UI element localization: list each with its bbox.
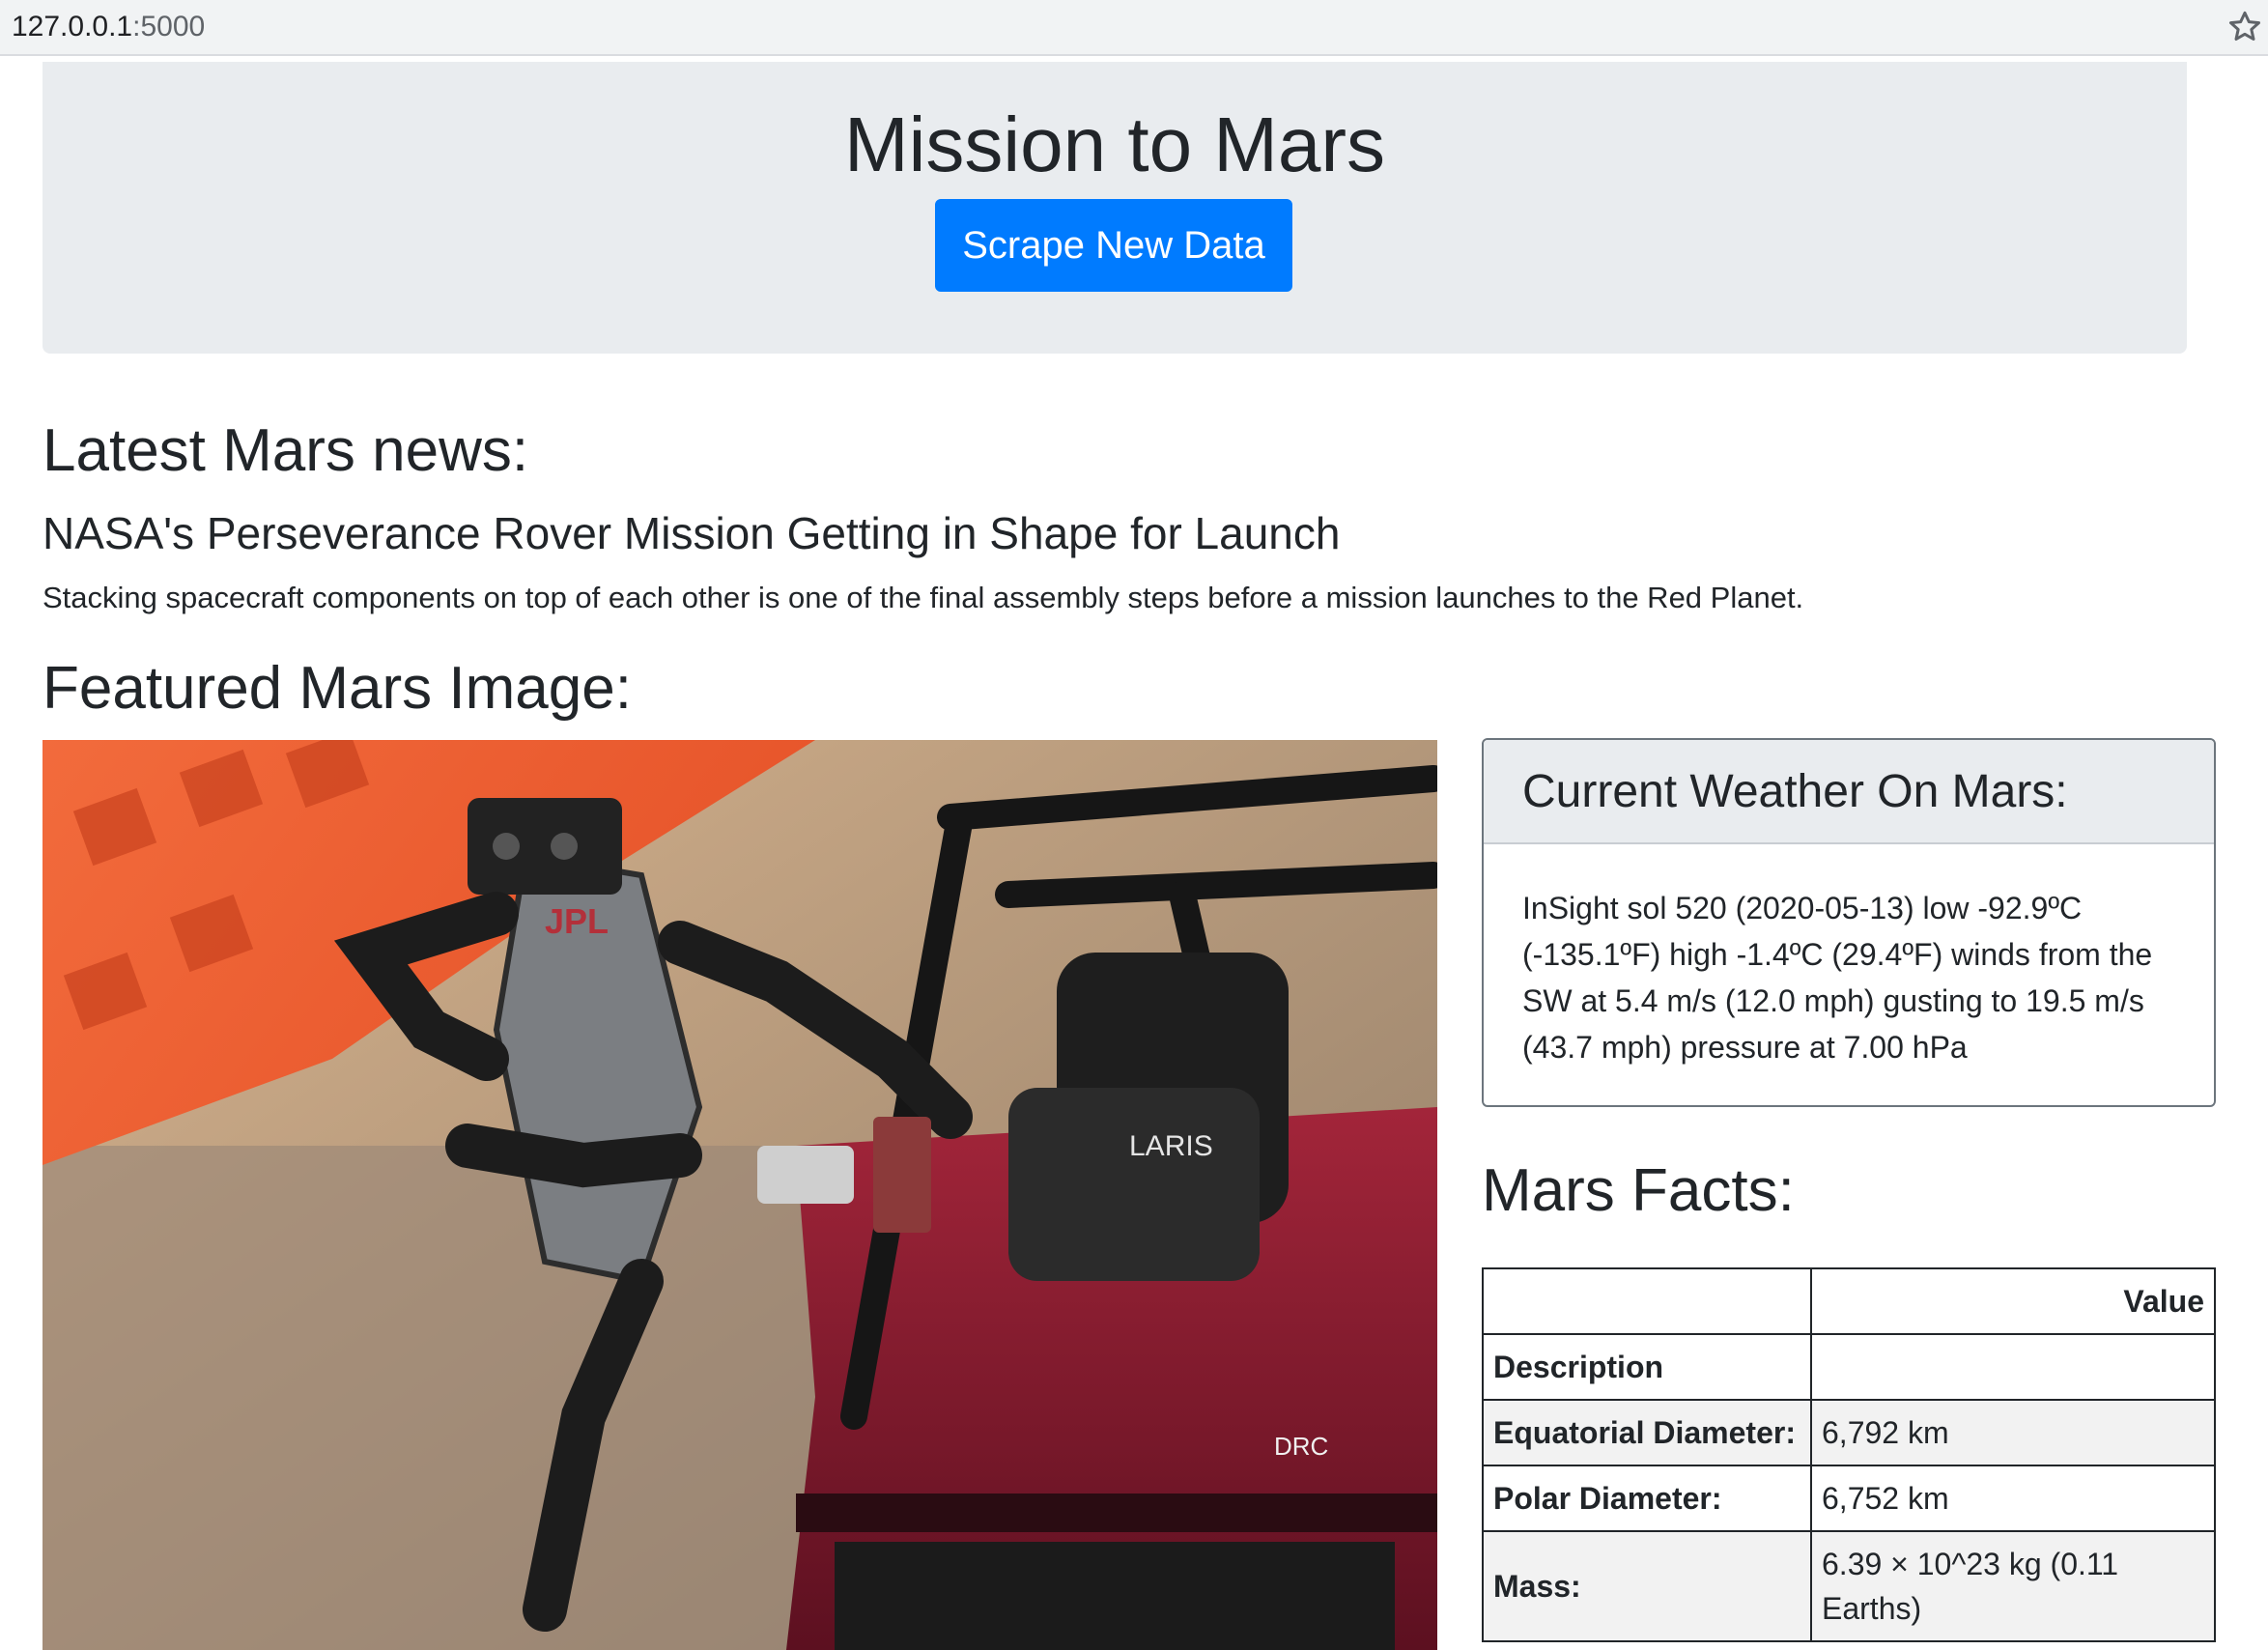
description-label: Description	[1482, 1333, 1812, 1401]
table-row: Polar Diameter: 6,752 km	[1482, 1465, 2216, 1532]
table-header-empty	[1482, 1267, 1812, 1335]
news-title: NASA's Perseverance Rover Mission Gettin…	[43, 508, 1341, 558]
jpl-logo-text: JPL	[545, 901, 609, 941]
weather-text: InSight sol 520 (2020-05-13) low -92.9ºC…	[1484, 844, 2214, 1070]
weather-line: SW at 5.4 m/s (12.0 mph) gusting to 19.5…	[1522, 983, 2144, 1018]
mars-facts-heading: Mars Facts:	[1482, 1157, 1795, 1224]
url-text[interactable]: 127.0.0.1:5000	[12, 8, 205, 46]
weather-card: Current Weather On Mars: InSight sol 520…	[1482, 738, 2216, 1107]
fact-value: 6,792 km	[1810, 1399, 2216, 1466]
news-heading: Latest Mars news:	[43, 417, 529, 484]
fact-value: 6,752 km	[1810, 1465, 2216, 1532]
fact-label: Equatorial Diameter:	[1482, 1399, 1812, 1466]
table-row: Equatorial Diameter: 6,792 km	[1482, 1399, 2216, 1466]
vehicle-brand-text: LARIS	[1129, 1130, 1213, 1162]
weather-line: (43.7 mph) pressure at 7.00 hPa	[1522, 1030, 1968, 1065]
news-paragraph: Stacking spacecraft components on top of…	[43, 581, 1804, 614]
star-icon[interactable]	[2225, 8, 2264, 46]
url-port: :5000	[132, 11, 206, 43]
jumbotron: Mission to Mars Scrape New Data	[43, 62, 2187, 354]
value-column-header: Value	[1810, 1267, 2216, 1335]
browser-address-bar[interactable]: 127.0.0.1:5000	[0, 0, 2268, 56]
table-row: Description	[1482, 1333, 2216, 1401]
table-header-row: Value	[1482, 1267, 2216, 1335]
fact-label: Mass:	[1482, 1530, 1812, 1642]
featured-image-heading: Featured Mars Image:	[43, 655, 632, 722]
description-value	[1810, 1333, 2216, 1401]
url-host: 127.0.0.1	[12, 11, 133, 43]
table-row: Mass: 6.39 × 10^23 kg (0.11 Earths)	[1482, 1530, 2216, 1642]
fact-value: 6.39 × 10^23 kg (0.11 Earths)	[1810, 1530, 2216, 1642]
scrape-new-data-button[interactable]: Scrape New Data	[935, 199, 1292, 292]
side-decal-text: DRC	[1274, 1432, 1328, 1461]
mars-facts-table: Value Description Equatorial Diameter: 6…	[1482, 1267, 2216, 1642]
featured-image-drawing: LARIS DRC JPL	[43, 740, 1437, 1650]
weather-line: (-135.1ºF) high -1.4ºC (29.4ºF) winds fr…	[1522, 937, 2153, 972]
weather-heading: Current Weather On Mars:	[1484, 740, 2214, 844]
weather-line: InSight sol 520 (2020-05-13) low -92.9ºC	[1522, 891, 2083, 925]
featured-mars-image[interactable]: LARIS DRC JPL	[43, 740, 1437, 1650]
page-title: Mission to Mars	[843, 101, 1386, 187]
fact-label: Polar Diameter:	[1482, 1465, 1812, 1532]
